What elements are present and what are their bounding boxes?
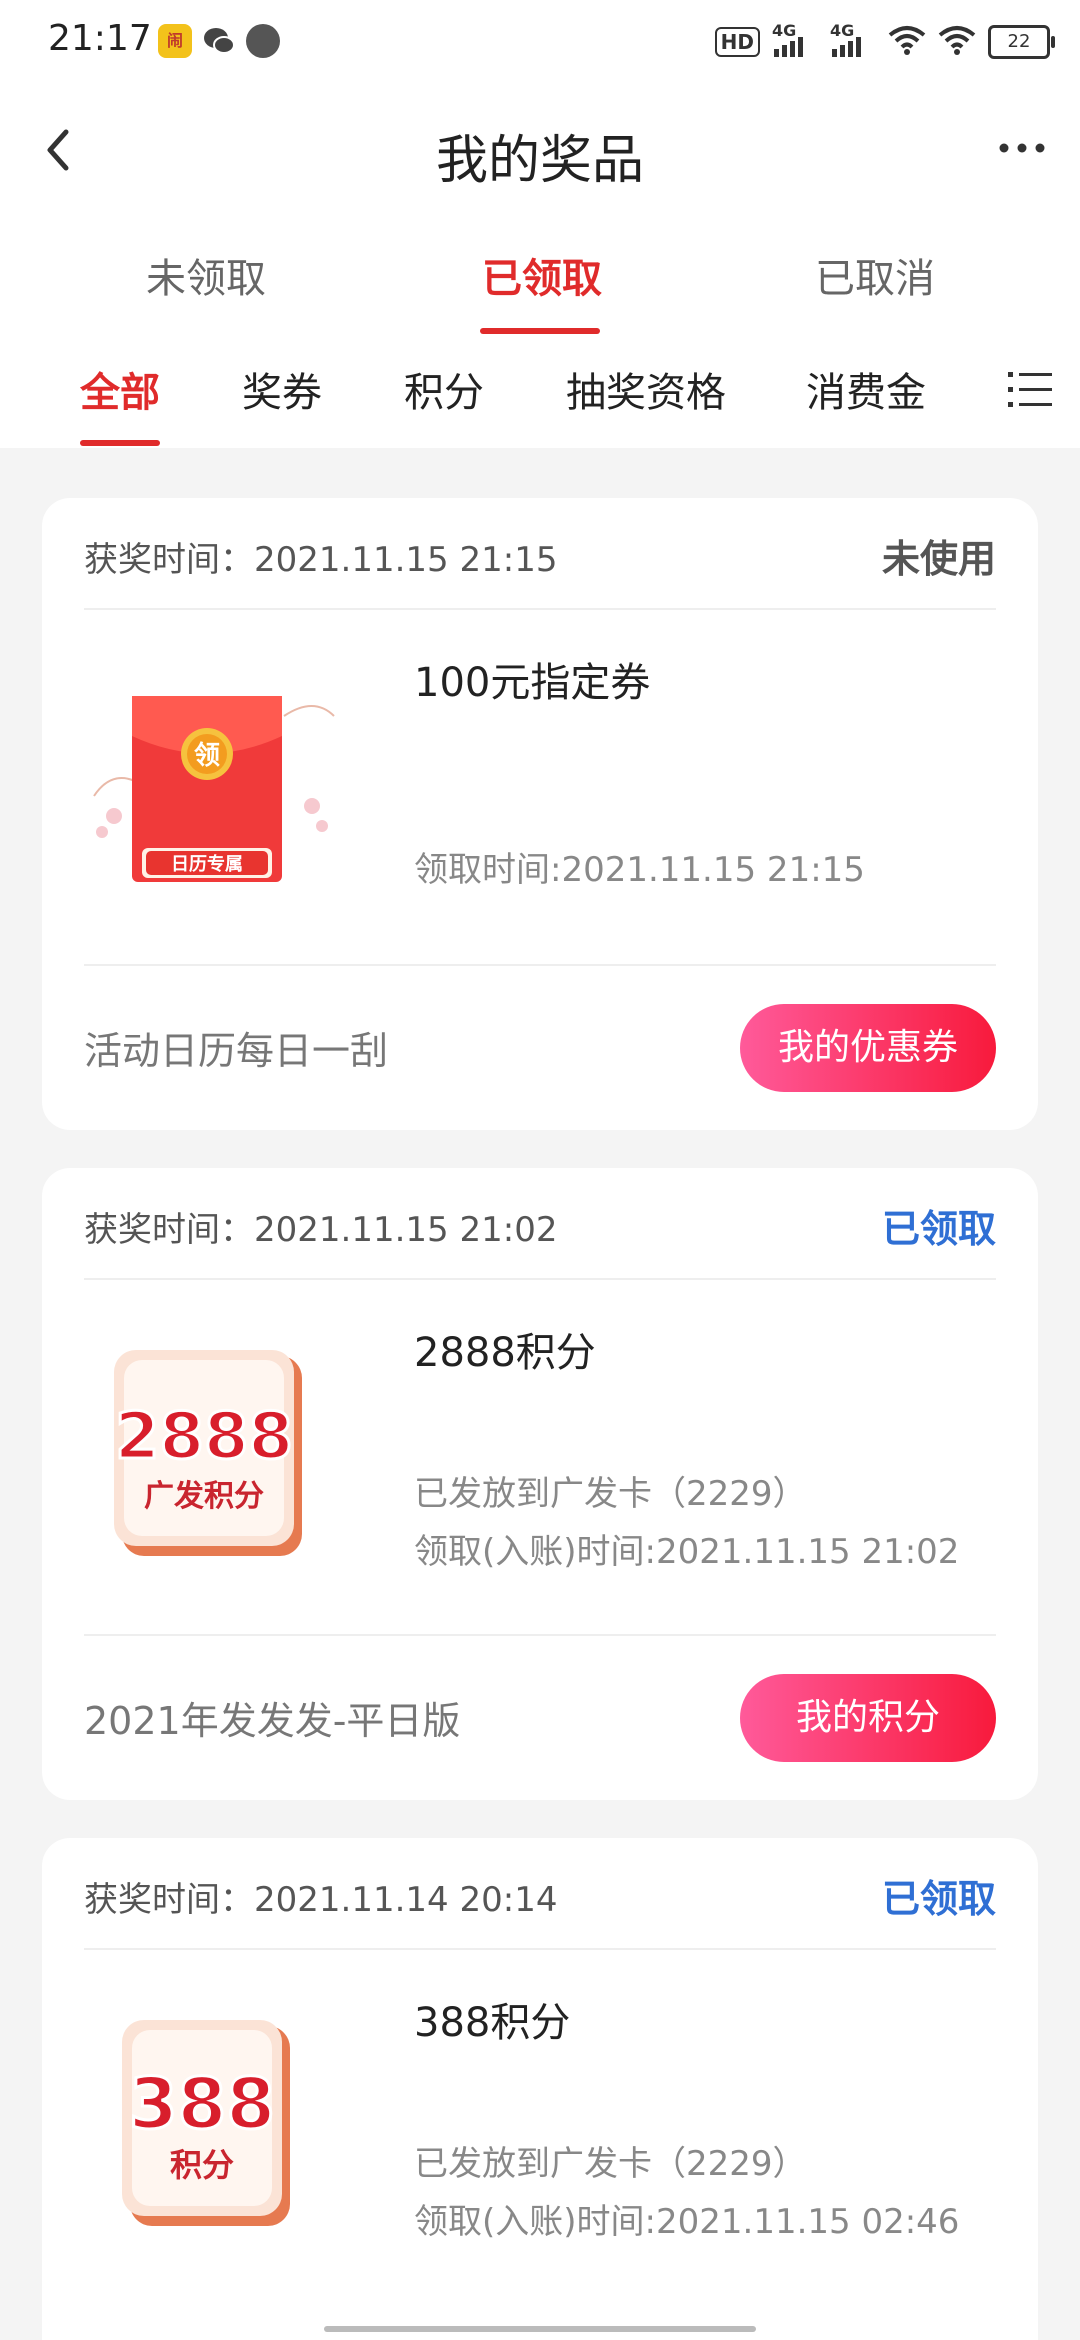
prize-card: 获奖时间：2021.11.14 20:14 已领取 388 积分 388积分 已… bbox=[42, 1838, 1038, 2340]
voice-app-icon bbox=[246, 24, 280, 58]
card-header: 获奖时间：2021.11.14 20:14 已领取 bbox=[84, 1838, 996, 1950]
envelope-badge: 领 bbox=[194, 740, 220, 771]
award-time: 获奖时间：2021.11.15 21:02 bbox=[84, 1210, 558, 1250]
card-header: 获奖时间：2021.11.15 21:15 未使用 bbox=[84, 498, 996, 610]
status-indicators: HD 4G 4G 22 bbox=[714, 21, 1055, 62]
wifi-icon-2 bbox=[938, 25, 976, 60]
battery-icon: 22 bbox=[988, 25, 1055, 59]
hd-voice-icon: HD bbox=[714, 27, 760, 57]
status-tabs: 未领取 已领取 已取消 bbox=[0, 218, 1080, 336]
signal-icon: 4G bbox=[772, 21, 818, 57]
claim-time: 领取时间:2021.11.15 21:15 bbox=[414, 850, 865, 890]
card-header: 获奖时间：2021.11.15 21:02 已领取 bbox=[84, 1168, 996, 1280]
page-header: 我的奖品 bbox=[0, 84, 1080, 218]
card-body: 2888 广发积分 2888积分 已发放到广发卡（2229） 领取(入账)时间:… bbox=[84, 1280, 996, 1636]
prize-name: 388积分 bbox=[414, 2000, 571, 2046]
activity-name: 活动日历每日一刮 bbox=[84, 1029, 389, 1073]
home-indicator[interactable] bbox=[324, 2326, 756, 2332]
tab-spending-credit[interactable]: 消费金 bbox=[806, 360, 926, 418]
claim-time: 领取(入账)时间:2021.11.15 21:02 bbox=[414, 1532, 960, 1572]
points-tile-label: 广发积分 bbox=[144, 1479, 264, 1514]
tab-claimed[interactable]: 已领取 bbox=[482, 246, 602, 304]
prize-card: 获奖时间：2021.11.15 21:02 已领取 2888 广发积分 2888… bbox=[42, 1168, 1038, 1800]
claim-time: 领取(入账)时间:2021.11.15 02:46 bbox=[414, 2202, 960, 2242]
prize-name: 100元指定券 bbox=[414, 660, 651, 706]
wechat-icon bbox=[202, 24, 236, 58]
points-tile-number: 388 bbox=[129, 2063, 275, 2145]
tab-lottery[interactable]: 抽奖资格 bbox=[566, 360, 726, 418]
activity-name: 2021年发发发-平日版 bbox=[84, 1699, 461, 1743]
active-tab-indicator bbox=[480, 328, 600, 334]
card-footer: 活动日历每日一刮 我的优惠券 bbox=[84, 964, 996, 1130]
active-category-indicator bbox=[80, 440, 160, 446]
card-body: 388 积分 388积分 已发放到广发卡（2229） 领取(入账)时间:2021… bbox=[84, 1950, 996, 2304]
tab-cancelled[interactable]: 已取消 bbox=[815, 246, 935, 304]
card-footer: 2021年发发发-平日版 我的积分 bbox=[84, 1634, 996, 1800]
network-type-2: 4G bbox=[830, 21, 855, 40]
tab-points[interactable]: 积分 bbox=[404, 360, 484, 418]
wifi-icon bbox=[888, 25, 926, 60]
prize-name: 2888积分 bbox=[414, 1330, 596, 1376]
points-tile-label: 积分 bbox=[170, 2146, 234, 2184]
points-tile-number: 2888 bbox=[115, 1400, 293, 1474]
delivered-to-card: 已发放到广发卡（2229） bbox=[414, 1474, 807, 1514]
award-time: 获奖时间：2021.11.14 20:14 bbox=[84, 1880, 558, 1920]
delivered-to-card: 已发放到广发卡（2229） bbox=[414, 2144, 807, 2184]
points-image: 2888 广发积分 bbox=[84, 1346, 344, 1566]
page-title: 我的奖品 bbox=[435, 131, 644, 191]
status-label: 已领取 bbox=[881, 1877, 996, 1921]
my-points-button[interactable]: 我的积分 bbox=[740, 1674, 996, 1762]
envelope-ribbon-text: 日历专属 bbox=[171, 853, 243, 875]
prize-card: 获奖时间：2021.11.15 21:15 未使用 领 日历专属 100元指定券… bbox=[42, 498, 1038, 1130]
status-label: 未使用 bbox=[881, 537, 996, 581]
award-time: 获奖时间：2021.11.15 21:15 bbox=[84, 540, 558, 580]
alarm-app-icon: 闹 bbox=[158, 24, 192, 58]
list-menu-icon[interactable] bbox=[1008, 368, 1052, 412]
tab-unclaimed[interactable]: 未领取 bbox=[146, 246, 266, 304]
status-label: 已领取 bbox=[881, 1207, 996, 1251]
my-coupons-button[interactable]: 我的优惠券 bbox=[740, 1004, 996, 1092]
tab-vouchers[interactable]: 奖券 bbox=[242, 360, 322, 418]
points-image: 388 积分 bbox=[84, 2016, 344, 2236]
more-dots-icon[interactable] bbox=[992, 128, 1052, 168]
category-tabs: 全部 奖券 积分 抽奖资格 消费金 bbox=[0, 336, 1080, 448]
signal-icon-2: 4G bbox=[830, 21, 876, 57]
app-root: 21:17 闹 HD 4G 4G 22 我的奖品 未领取 已领取 已取消 全部 … bbox=[0, 0, 1080, 2340]
status-bar: 21:17 闹 HD 4G 4G 22 bbox=[0, 0, 1080, 84]
red-envelope-image: 领 日历专属 bbox=[84, 676, 344, 896]
card-body: 领 日历专属 100元指定券 领取时间:2021.11.15 21:15 bbox=[84, 610, 996, 966]
status-time: 21:17 bbox=[48, 18, 152, 59]
network-type-1: 4G bbox=[772, 21, 797, 40]
tab-all[interactable]: 全部 bbox=[80, 360, 160, 418]
